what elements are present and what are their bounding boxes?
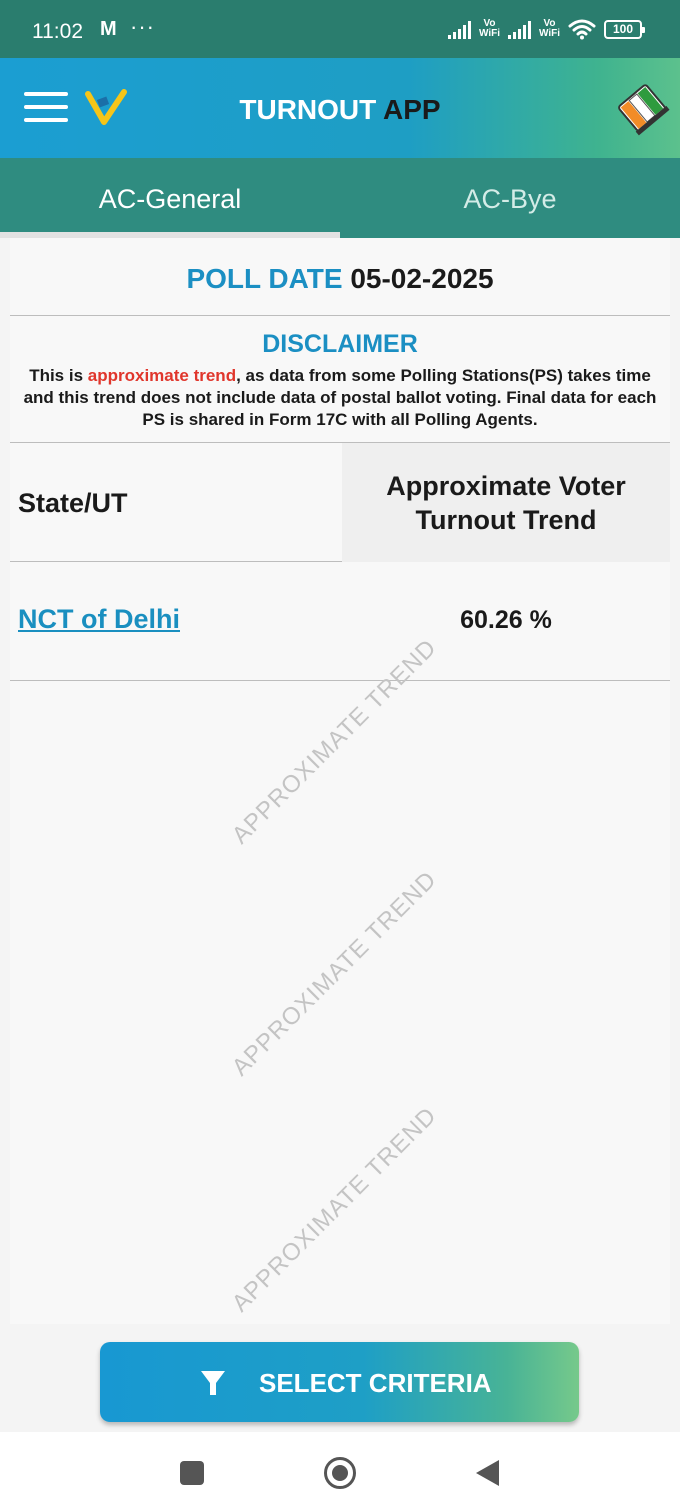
disclaimer-text: This is approximate trend, as data from … — [10, 365, 670, 431]
select-criteria-button[interactable]: SELECT CRITERIA — [100, 1342, 579, 1422]
table-row: NCT of Delhi 60.26 % — [10, 562, 670, 681]
recent-apps-icon[interactable] — [180, 1461, 204, 1485]
column-header-trend-line2: Turnout Trend — [415, 505, 597, 535]
app-header: TURNOUT APP — [0, 58, 680, 158]
vowifi-bottom-label-2: WiFi — [538, 28, 560, 39]
signal-icon-2 — [507, 19, 531, 39]
status-time: 11:02 — [32, 20, 83, 43]
poll-date-row: POLL DATE 05-02-2025 — [10, 238, 670, 316]
column-header-trend-line1: Approximate Voter — [386, 471, 626, 501]
column-header-trend: Approximate Voter Turnout Trend — [342, 443, 670, 562]
eci-logo-icon — [618, 84, 670, 136]
tab-ac-bye[interactable]: AC-Bye — [340, 158, 680, 238]
vowifi-icon: Vo WiFi — [479, 19, 500, 39]
turnout-content: POLL DATE 05-02-2025 DISCLAIMER This is … — [10, 238, 670, 1324]
app-title: TURNOUT APP — [0, 94, 680, 126]
system-nav-bar — [0, 1432, 680, 1512]
home-icon[interactable] — [324, 1457, 356, 1489]
tab-ac-general[interactable]: AC-General — [0, 158, 340, 238]
poll-date-value: 05-02-2025 — [350, 263, 494, 294]
watermark-text: APPROXIMATE TREND — [226, 865, 443, 1082]
vowifi-bottom-label: WiFi — [478, 28, 500, 39]
gmail-icon: M — [100, 18, 117, 40]
battery-icon: 100 — [604, 19, 645, 39]
watermark-text: APPROXIMATE TREND — [226, 1101, 443, 1318]
vowifi-icon-2: Vo WiFi — [539, 19, 560, 39]
status-bar: 11:02 M ··· Vo WiFi Vo WiFi 100 — [0, 0, 680, 58]
tab-bar: AC-General AC-Bye — [0, 158, 680, 238]
app-title-part2: APP — [383, 94, 441, 125]
disclaimer-text-before: This is — [29, 366, 88, 385]
disclaimer-title: DISCLAIMER — [262, 330, 418, 358]
turnout-value: 60.26 % — [460, 606, 552, 634]
back-icon[interactable] — [476, 1460, 499, 1486]
column-header-state: State/UT — [18, 488, 128, 518]
poll-date-label: POLL DATE — [186, 263, 343, 294]
status-icons: Vo WiFi Vo WiFi 100 — [447, 18, 645, 40]
disclaimer: DISCLAIMER This is approximate trend, as… — [10, 316, 670, 443]
app-title-part1: TURNOUT — [239, 94, 377, 125]
wifi-icon — [568, 19, 596, 40]
table-header: State/UT Approximate Voter Turnout Trend — [10, 443, 670, 562]
signal-icon — [447, 19, 471, 39]
select-criteria-label: SELECT CRITERIA — [259, 1368, 492, 1398]
disclaimer-highlight: approximate trend — [87, 366, 237, 385]
filter-icon — [201, 1371, 225, 1395]
more-notifications-icon: ··· — [130, 14, 155, 39]
state-link[interactable]: NCT of Delhi — [18, 604, 180, 635]
